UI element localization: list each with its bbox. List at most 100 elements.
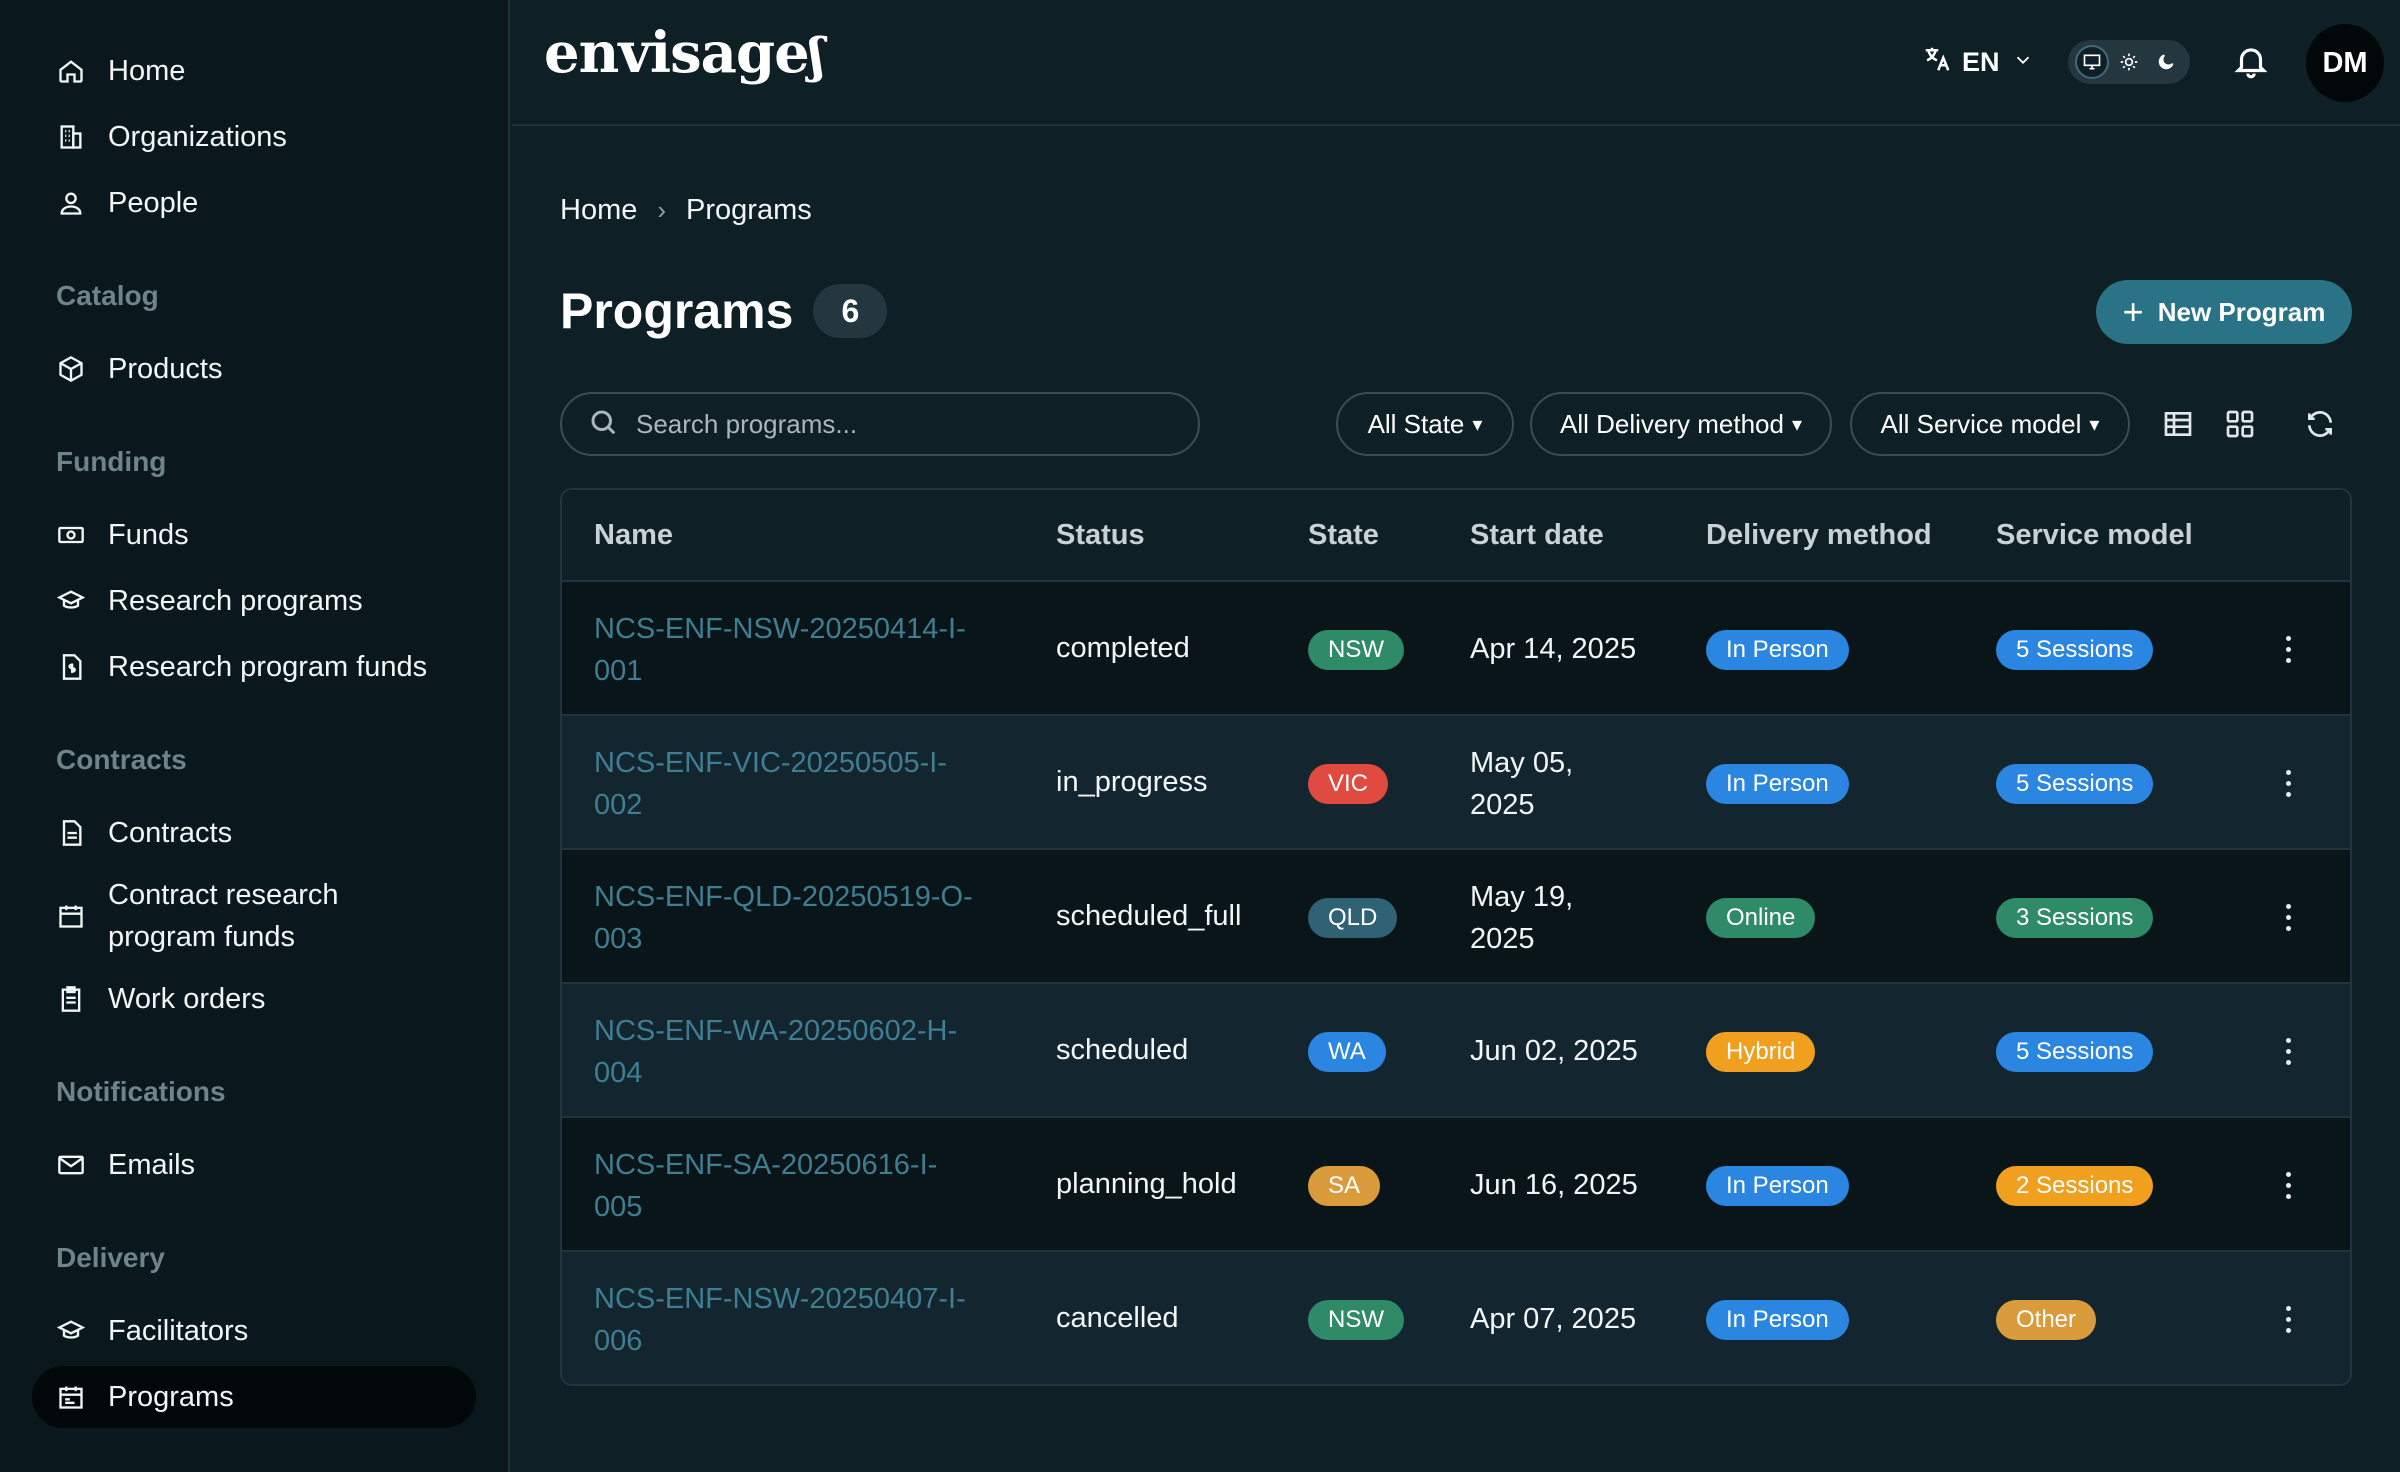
program-name-link[interactable]: NCS-ENF-WA-20250602-H- 004: [594, 1010, 1014, 1094]
theme-toggle[interactable]: [2068, 40, 2190, 84]
sidebar-item-label: Contract research program funds: [108, 879, 339, 953]
header-status[interactable]: Status: [1056, 519, 1145, 552]
delivery-badge: In Person: [1706, 764, 1849, 804]
service-model-filter[interactable]: All Service model ▾: [1850, 392, 2130, 456]
header-delivery-method[interactable]: Delivery method: [1706, 519, 1932, 552]
sidebar-item-products[interactable]: Products: [32, 338, 476, 400]
state-badge: QLD: [1308, 898, 1398, 938]
service-badge: 5 Sessions: [1996, 1032, 2154, 1072]
bell-icon[interactable]: [2232, 42, 2270, 85]
sidebar-item-research-programs[interactable]: Research programs: [32, 570, 476, 632]
search-input[interactable]: [636, 408, 1176, 440]
delivery-badge: In Person: [1706, 1166, 1849, 1206]
sidebar-item-people[interactable]: People: [32, 172, 476, 234]
sun-icon[interactable]: [2112, 45, 2146, 79]
sidebar-item-facilitators[interactable]: Facilitators: [32, 1300, 476, 1362]
language-selector[interactable]: EN: [1922, 44, 2034, 81]
plus-icon: +: [2122, 291, 2144, 332]
status-text: scheduled_full: [1056, 900, 1242, 932]
grid-view-icon[interactable]: [2220, 404, 2260, 444]
page-title: Programs: [560, 283, 794, 339]
table-row[interactable]: NCS-ENF-WA-20250602-H- 004 scheduled WA J…: [562, 984, 2350, 1118]
breadcrumb-current: Programs: [686, 194, 812, 226]
sidebar-item-funds[interactable]: Funds: [32, 504, 476, 566]
search-box[interactable]: [560, 392, 1200, 456]
program-name-link[interactable]: NCS-ENF-NSW-20250414-I- 001: [594, 608, 1014, 692]
refresh-icon[interactable]: [2300, 404, 2340, 444]
program-name-link[interactable]: NCS-ENF-NSW-20250407-I- 006: [594, 1278, 1014, 1362]
table-row[interactable]: NCS-ENF-QLD-20250519-O- 003 scheduled_ful…: [562, 850, 2350, 984]
more-options-icon[interactable]: [2278, 760, 2298, 806]
state-filter[interactable]: All State ▾: [1336, 392, 1514, 456]
state-badge: SA: [1308, 1166, 1381, 1206]
count-badge: 6: [813, 284, 888, 338]
state-badge: NSW: [1308, 1300, 1404, 1340]
service-filter-label: All Service model: [1880, 408, 2082, 439]
program-name-link[interactable]: NCS-ENF-QLD-20250519-O- 003: [594, 876, 1014, 960]
table-row[interactable]: NCS-ENF-VIC-20250505-I- 002 in_progress V…: [562, 716, 2350, 850]
chevron-right-icon: ›: [657, 195, 667, 225]
sidebar-item-label: Contracts: [108, 816, 233, 849]
more-options-icon[interactable]: [2278, 1028, 2298, 1074]
table-row[interactable]: NCS-ENF-NSW-20250407-I- 006 cancelled NSW…: [562, 1252, 2350, 1384]
header-name[interactable]: Name: [594, 519, 673, 552]
more-options-icon[interactable]: [2278, 894, 2298, 940]
page-title-row: Programs 6: [560, 282, 888, 340]
section-label-delivery: Delivery: [56, 1242, 165, 1273]
status-text: completed: [1056, 632, 1190, 664]
table-view-icon[interactable]: [2158, 404, 2198, 444]
sidebar-item-contract-research-program-funds[interactable]: Contract research program funds: [32, 868, 476, 964]
sidebar-item-research-program-funds[interactable]: Research program funds: [32, 636, 476, 698]
home-icon: [56, 56, 86, 86]
program-name-link[interactable]: NCS-ENF-SA-20250616-I- 005: [594, 1144, 1014, 1228]
more-options-icon[interactable]: [2278, 1162, 2298, 1208]
sidebar-item-label: Organizations: [108, 120, 287, 153]
programs-table: Name Status State Start date Delivery me…: [560, 488, 2352, 1386]
box-icon: [56, 354, 86, 384]
sidebar-item-home[interactable]: Home: [32, 40, 476, 102]
start-date: Apr 14, 2025: [1470, 633, 1637, 665]
sidebar-item-label: Work orders: [108, 982, 266, 1015]
delivery-badge: In Person: [1706, 630, 1849, 670]
breadcrumb: Home › Programs: [560, 194, 812, 227]
program-name-link[interactable]: NCS-ENF-VIC-20250505-I- 002: [594, 742, 1014, 826]
header-service-model[interactable]: Service model: [1996, 519, 2193, 552]
service-badge: 5 Sessions: [1996, 630, 2154, 670]
header-start-date[interactable]: Start date: [1470, 519, 1604, 552]
more-options-icon[interactable]: [2278, 1296, 2298, 1342]
start-date: Jun 02, 2025: [1470, 1035, 1638, 1067]
state-badge: WA: [1308, 1032, 1386, 1072]
sidebar: Home Organizations People Catalog Produc…: [0, 0, 510, 1472]
moon-icon[interactable]: [2149, 45, 2183, 79]
new-program-button[interactable]: + New Program: [2096, 280, 2352, 344]
section-label-notifications: Notifications: [56, 1076, 226, 1107]
mail-icon: [56, 1150, 86, 1180]
breadcrumb-home[interactable]: Home: [560, 194, 637, 227]
sidebar-item-programs[interactable]: Programs: [32, 1366, 476, 1428]
building-icon: [56, 122, 86, 152]
delivery-method-filter[interactable]: All Delivery method ▾: [1530, 392, 1832, 456]
avatar[interactable]: DM: [2306, 24, 2384, 102]
status-text: in_progress: [1056, 766, 1208, 798]
sidebar-item-work-orders[interactable]: Work orders: [32, 968, 476, 1030]
start-date: Jun 16, 2025: [1470, 1169, 1638, 1201]
sidebar-item-emails[interactable]: Emails: [32, 1134, 476, 1196]
monitor-icon[interactable]: [2075, 45, 2110, 79]
sidebar-item-label: Programs: [108, 1380, 234, 1413]
dollar-file-icon: [56, 652, 86, 682]
search-icon: [588, 407, 636, 442]
logo[interactable]: envisageʃ: [544, 20, 825, 86]
sidebar-item-label: Emails: [108, 1148, 196, 1181]
sidebar-item-label: Research program funds: [108, 650, 428, 683]
service-badge: 3 Sessions: [1996, 898, 2154, 938]
section-label-funding: Funding: [56, 446, 167, 477]
header-state[interactable]: State: [1308, 519, 1379, 552]
table-row[interactable]: NCS-ENF-SA-20250616-I- 005 planning_hold …: [562, 1118, 2350, 1252]
sidebar-item-contracts[interactable]: Contracts: [32, 802, 476, 864]
chevron-down-icon: [2012, 47, 2034, 78]
sidebar-item-organizations[interactable]: Organizations: [32, 106, 476, 168]
caret-down-icon: ▾: [1472, 413, 1483, 436]
file-icon: [56, 818, 86, 848]
table-row[interactable]: NCS-ENF-NSW-20250414-I- 001 completed NSW…: [562, 582, 2350, 716]
more-options-icon[interactable]: [2278, 626, 2298, 672]
